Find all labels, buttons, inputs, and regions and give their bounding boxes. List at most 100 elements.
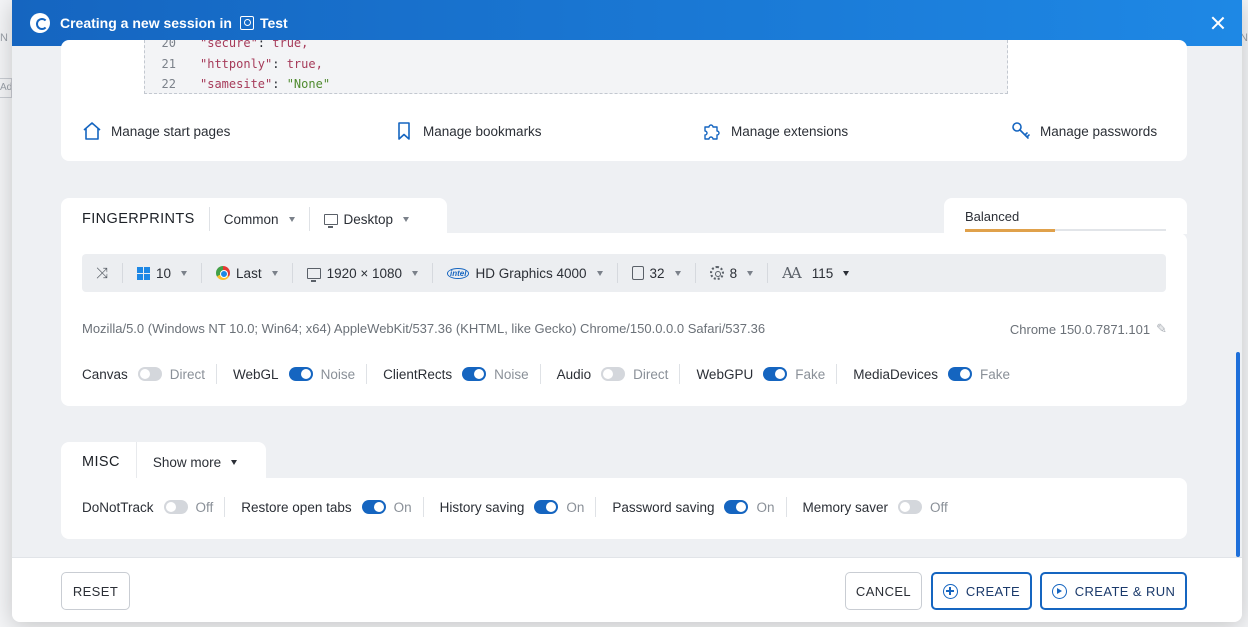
toggle-state: Direct <box>169 366 206 382</box>
create-and-run-button[interactable]: CREATE & RUN <box>1040 572 1187 610</box>
play-icon <box>1051 583 1067 599</box>
chevron-down-icon <box>181 270 188 276</box>
fingerprint-mode-fill <box>965 229 1056 232</box>
pencil-icon[interactable]: ✎ <box>1156 321 1167 337</box>
toggle-switch[interactable] <box>462 367 487 381</box>
toggle-switch[interactable] <box>724 500 749 514</box>
os-version-dropdown[interactable]: 10 <box>123 263 203 283</box>
fonts-dropdown[interactable]: AA 115 <box>768 254 863 292</box>
chevron-down-icon <box>288 216 295 222</box>
new-session-modal: Creating a new session in Test 20 "secure… <box>12 0 1242 622</box>
show-more-dropdown[interactable]: Show more <box>153 455 238 470</box>
cpu-chip-icon <box>631 266 644 280</box>
misc-password-saving-toggle: Password saving On <box>596 495 785 519</box>
create-label: CREATE <box>965 583 1021 599</box>
user-agent-version[interactable]: Chrome 150.0.7871.101 ✎ <box>1010 321 1167 337</box>
home-icon <box>81 120 103 142</box>
resolution-dropdown[interactable]: 1920 × 1080 <box>293 263 434 283</box>
fingerprint-mode-bar <box>965 229 1166 232</box>
fingerprint-clientrects-toggle: ClientRects Noise <box>367 362 540 386</box>
misc-history-saving-toggle: History saving On <box>424 495 596 519</box>
profile-folder-icon <box>239 16 254 30</box>
browser-version-value: Last <box>236 265 262 281</box>
toggle-switch[interactable] <box>288 367 313 381</box>
gpu-dropdown[interactable]: intel HD Graphics 4000 <box>433 263 618 283</box>
toggle-label: Password saving <box>612 499 715 515</box>
monitor-icon <box>323 213 338 228</box>
chevron-down-icon <box>271 270 278 276</box>
reset-label: RESET <box>72 583 119 599</box>
background-input: Ad <box>0 78 12 98</box>
toggle-state: Direct <box>633 366 669 382</box>
memory-value: 8 <box>729 265 738 281</box>
toggle-switch[interactable] <box>361 500 386 514</box>
manage-bookmarks-link[interactable]: Manage bookmarks <box>393 114 542 148</box>
chrome-icon <box>216 266 231 280</box>
toggle-state: On <box>756 499 775 515</box>
create-button[interactable]: CREATE <box>931 572 1032 610</box>
toggle-switch[interactable] <box>601 367 626 381</box>
misc-card: DoNotTrack Off Restore open tabs On History … <box>61 478 1187 539</box>
manage-passwords-link[interactable]: Manage passwords <box>1010 114 1157 148</box>
modal-scrollbar[interactable] <box>1236 352 1240 557</box>
toggle-switch[interactable] <box>137 367 162 381</box>
cancel-button[interactable]: CANCEL <box>845 572 922 610</box>
manage-extensions-label: Manage extensions <box>731 123 849 139</box>
browser-version-dropdown[interactable]: Last <box>202 263 293 283</box>
toggle-switch[interactable] <box>534 500 559 514</box>
toggle-switch[interactable] <box>898 500 923 514</box>
memory-dropdown[interactable]: 8 <box>696 263 769 283</box>
manage-start-pages-link[interactable]: Manage start pages <box>81 114 230 148</box>
fingerprints-title: FINGERPRINTS <box>82 211 195 227</box>
misc-header: MISC Show more <box>61 442 266 482</box>
misc-memory-saver-toggle: Memory saver Off <box>787 495 948 519</box>
divider <box>135 442 137 482</box>
toggle-switch[interactable] <box>948 367 973 381</box>
toggle-state: Fake <box>795 366 826 382</box>
profile-name: Test <box>259 15 288 31</box>
toggle-label: DoNotTrack <box>82 499 154 515</box>
puzzle-icon <box>701 120 723 142</box>
close-icon[interactable] <box>1208 13 1228 33</box>
toggle-label: WebGL <box>233 366 279 382</box>
fingerprint-mode-label: Balanced <box>965 209 1020 224</box>
profile-data-card: 20 "secure": true, 21 "httponly": true, 22… <box>61 40 1187 161</box>
misc-restore-open-tabs-toggle: Restore open tabs On <box>225 495 422 519</box>
cpu-dropdown[interactable]: 32 <box>618 263 696 283</box>
app-logo-icon <box>30 13 50 33</box>
reset-button[interactable]: RESET <box>61 572 130 610</box>
toggle-state: Noise <box>494 366 529 382</box>
toggle-label: Restore open tabs <box>241 499 352 515</box>
chevron-down-icon <box>231 459 238 465</box>
divider <box>308 207 310 231</box>
key-icon <box>1010 120 1032 142</box>
code-line: 21 "httponly": true, <box>161 57 323 71</box>
chevron-down-icon <box>674 270 681 276</box>
toggle-label: MediaDevices <box>853 366 939 382</box>
cpu-value: 32 <box>649 265 665 281</box>
toggle-state: Fake <box>980 366 1011 382</box>
fingerprint-toggles: Canvas Direct WebGL Noise ClientRects Noise Au… <box>82 362 1010 386</box>
toggle-state: Noise <box>320 366 356 382</box>
toggle-switch[interactable] <box>763 367 788 381</box>
toggle-state: On <box>393 499 412 515</box>
windows-icon <box>137 266 151 280</box>
fingerprint-webgl-toggle: WebGL Noise <box>217 362 366 386</box>
fingerprint-preset-value: Common <box>223 211 279 227</box>
fingerprint-params-bar: ⤨ 10 Last 1920 × 1080 intel HD Graphics … <box>82 254 1166 292</box>
manage-start-pages-label: Manage start pages <box>111 123 231 139</box>
chevron-down-icon <box>403 216 410 222</box>
fingerprint-preset-dropdown[interactable]: Common <box>224 212 295 227</box>
manage-extensions-link[interactable]: Manage extensions <box>701 114 848 148</box>
platform-dropdown[interactable]: Desktop <box>323 211 410 228</box>
cookies-editor[interactable]: 20 "secure": true, 21 "httponly": true, 22… <box>144 40 1008 94</box>
code-line: 22 "samesite": "None" <box>161 77 331 91</box>
toggle-label: History saving <box>439 499 525 515</box>
gpu-value: HD Graphics 4000 <box>475 265 587 281</box>
fingerprint-canvas-toggle: Canvas Direct <box>82 362 216 386</box>
fingerprint-mode-tab[interactable]: Balanced <box>944 198 1187 234</box>
randomize-button[interactable]: ⤨ <box>82 263 124 283</box>
toggle-switch[interactable] <box>163 500 188 514</box>
platform-value: Desktop <box>343 211 394 227</box>
bookmark-icon <box>393 120 415 142</box>
